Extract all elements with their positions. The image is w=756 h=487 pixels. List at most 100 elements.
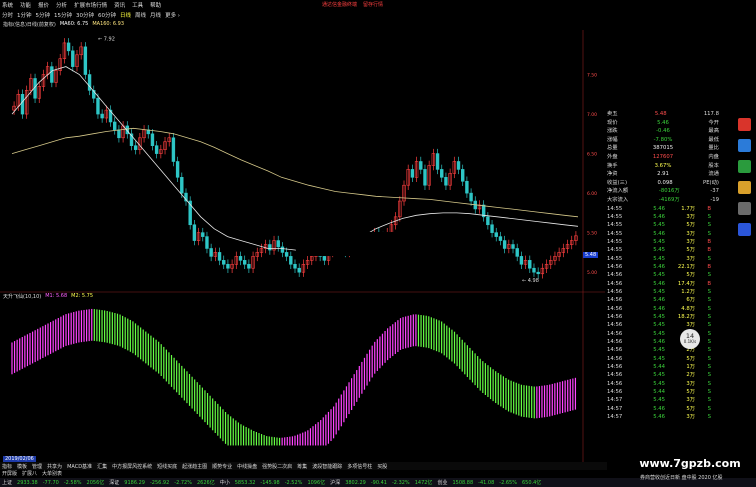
- indicator-tab[interactable]: 指标: [2, 463, 12, 470]
- quote-extra: -37: [710, 188, 719, 195]
- info-icon[interactable]: [738, 223, 751, 236]
- menu-item[interactable]: 系统: [2, 1, 13, 9]
- quote-row: 大宗流入 -4169万 -19: [605, 196, 721, 205]
- indicator-tab[interactable]: 顺势专业: [212, 463, 232, 470]
- tick-row: 14:55 5.45 3万 S: [605, 255, 721, 263]
- indicator-tab[interactable]: MACD基准: [67, 463, 92, 470]
- tick-row: 14:565.451万S: [605, 330, 721, 338]
- tick-t: 14:56: [607, 305, 623, 312]
- menu-item[interactable]: 资讯: [114, 1, 125, 9]
- index-name[interactable]: 上证: [2, 479, 12, 486]
- period-tab[interactable]: 5分钟: [36, 11, 51, 19]
- period-tab[interactable]: 15分钟: [54, 11, 72, 19]
- indicator-tab[interactable]: 管理: [32, 463, 42, 470]
- index-amt: 1472亿: [414, 480, 433, 486]
- network-speed-badge[interactable]: 14 0.1K/s: [680, 329, 700, 349]
- tick-list[interactable]: 14:55 5.46 1.7万 B 14:55 5.46 3万 S 14:55 5.45 5万 S 14…: [605, 205, 721, 422]
- period-tab[interactable]: 周线: [135, 11, 146, 19]
- candle-body: [50, 66, 54, 83]
- y-tick-label: 5.50: [587, 231, 597, 237]
- tick-row: 14:565.463万S: [605, 338, 721, 346]
- indicator-tab[interactable]: 买股: [377, 463, 387, 470]
- period-tab[interactable]: 月线: [150, 11, 161, 19]
- tick-t: 14:55: [607, 247, 623, 254]
- period-tab[interactable]: 分时: [2, 11, 13, 19]
- candle-body: [502, 240, 507, 249]
- index-name[interactable]: 沪深: [330, 479, 340, 486]
- tick-t: 14:55: [607, 230, 623, 237]
- index-pct: -2.52%: [284, 479, 303, 486]
- tick-t: 14:56: [607, 280, 623, 287]
- indicator-tab[interactable]: 汇集: [97, 463, 107, 470]
- tick-t: 14:55: [607, 205, 623, 212]
- menu-item[interactable]: 工具: [132, 1, 143, 9]
- quote-value: 127607: [652, 153, 674, 160]
- tick-v: 3万: [686, 380, 695, 387]
- indicator-tab[interactable]: 筹集: [297, 463, 307, 470]
- tick-v: 5万: [686, 247, 695, 254]
- indicator-tab[interactable]: 多项信号柱: [347, 463, 372, 470]
- news-icon[interactable]: [738, 181, 751, 194]
- ma60-label: MA60: 6.75: [59, 21, 89, 27]
- indicator-tab[interactable]: 中线操盘: [237, 463, 257, 470]
- tick-v: 1.7万: [681, 205, 695, 212]
- indicator-tab[interactable]: 强势股二次启: [262, 463, 292, 470]
- period-tab[interactable]: 更多 ›: [165, 11, 180, 19]
- period-tab[interactable]: 60分钟: [98, 11, 116, 19]
- promo-left[interactable]: 通达信金融终端: [322, 1, 357, 8]
- sub-tabs: 开屏版 扩展八 大单别表: [0, 470, 607, 477]
- promo-links: 通达信金融终端 留存行情: [322, 1, 383, 8]
- sub-tab[interactable]: 大单别表: [42, 470, 62, 477]
- candle-body: [83, 46, 88, 75]
- menu-item[interactable]: 报价: [38, 1, 49, 9]
- news-toast[interactable]: 券商营收创近日新 盘中股 2020 亿股: [640, 474, 723, 481]
- period-tab[interactable]: 30分钟: [76, 11, 94, 19]
- alert-icon[interactable]: [738, 118, 751, 131]
- indicator-tab[interactable]: 模板: [17, 463, 27, 470]
- tick-row: 14:55 5.45 5万 B: [605, 246, 721, 254]
- period-tab[interactable]: 日线: [120, 11, 131, 19]
- tick-row: 14:56 5.44 5万 S: [605, 388, 721, 396]
- quote-value: 5.46: [657, 119, 669, 126]
- indicator-tab[interactable]: 共享为: [47, 463, 62, 470]
- candle-body: [226, 263, 230, 269]
- quote-label: 卖五: [607, 111, 618, 117]
- indicator-tab[interactable]: 波段智能跟踪: [312, 463, 342, 470]
- chart-icon[interactable]: [738, 139, 751, 152]
- indicator-tab[interactable]: 起涨趋主图: [182, 463, 207, 470]
- indicator-tab[interactable]: 短线买底: [157, 463, 177, 470]
- menu-item[interactable]: 分析: [56, 1, 67, 9]
- quote-value: 3.67%: [654, 162, 672, 169]
- tick-s: S: [707, 297, 711, 304]
- candle-body: [515, 248, 519, 257]
- candle-body: [456, 161, 461, 170]
- candle-body: [268, 244, 272, 251]
- index-name[interactable]: 中小: [220, 479, 230, 486]
- indicator-tab[interactable]: 中方报屏风控系统: [112, 463, 152, 470]
- tick-row: 14:56 5.45 5万 S: [605, 271, 721, 279]
- candle-body: [201, 232, 205, 237]
- menu-item[interactable]: 功能: [20, 1, 31, 9]
- candle-body: [96, 97, 100, 115]
- period-tab[interactable]: 1分钟: [17, 11, 32, 19]
- index-name[interactable]: 创业: [437, 479, 447, 486]
- tick-s: S: [707, 322, 711, 329]
- tick-s: S: [707, 314, 711, 320]
- tick-s: B: [707, 247, 711, 254]
- sub-tab[interactable]: 开屏版: [2, 470, 17, 477]
- sub-tab[interactable]: 扩展八: [22, 470, 37, 477]
- quote-label: 换手: [607, 162, 618, 169]
- price-chart[interactable]: ← 7.92 ← 4.98 7.50 7.00 6.50 6.00 5.50 5.00: [0, 30, 605, 462]
- menu-item[interactable]: 扩展市场行情: [74, 1, 107, 9]
- index-amt: 1096亿: [307, 480, 326, 486]
- trade-icon[interactable]: [738, 160, 751, 173]
- index-name[interactable]: 深证: [109, 479, 119, 486]
- tick-p: 5.45: [653, 372, 665, 379]
- candle-body: [461, 169, 465, 182]
- promo-right[interactable]: 留存行情: [363, 1, 383, 8]
- tick-row: 14:56 5.45 2万 S: [605, 346, 721, 354]
- tick-p: 5.46: [653, 305, 665, 312]
- tick-row: 14:57 5.45 3万 S: [605, 396, 721, 404]
- menu-item[interactable]: 帮助: [150, 1, 161, 9]
- tools-icon[interactable]: [738, 202, 751, 215]
